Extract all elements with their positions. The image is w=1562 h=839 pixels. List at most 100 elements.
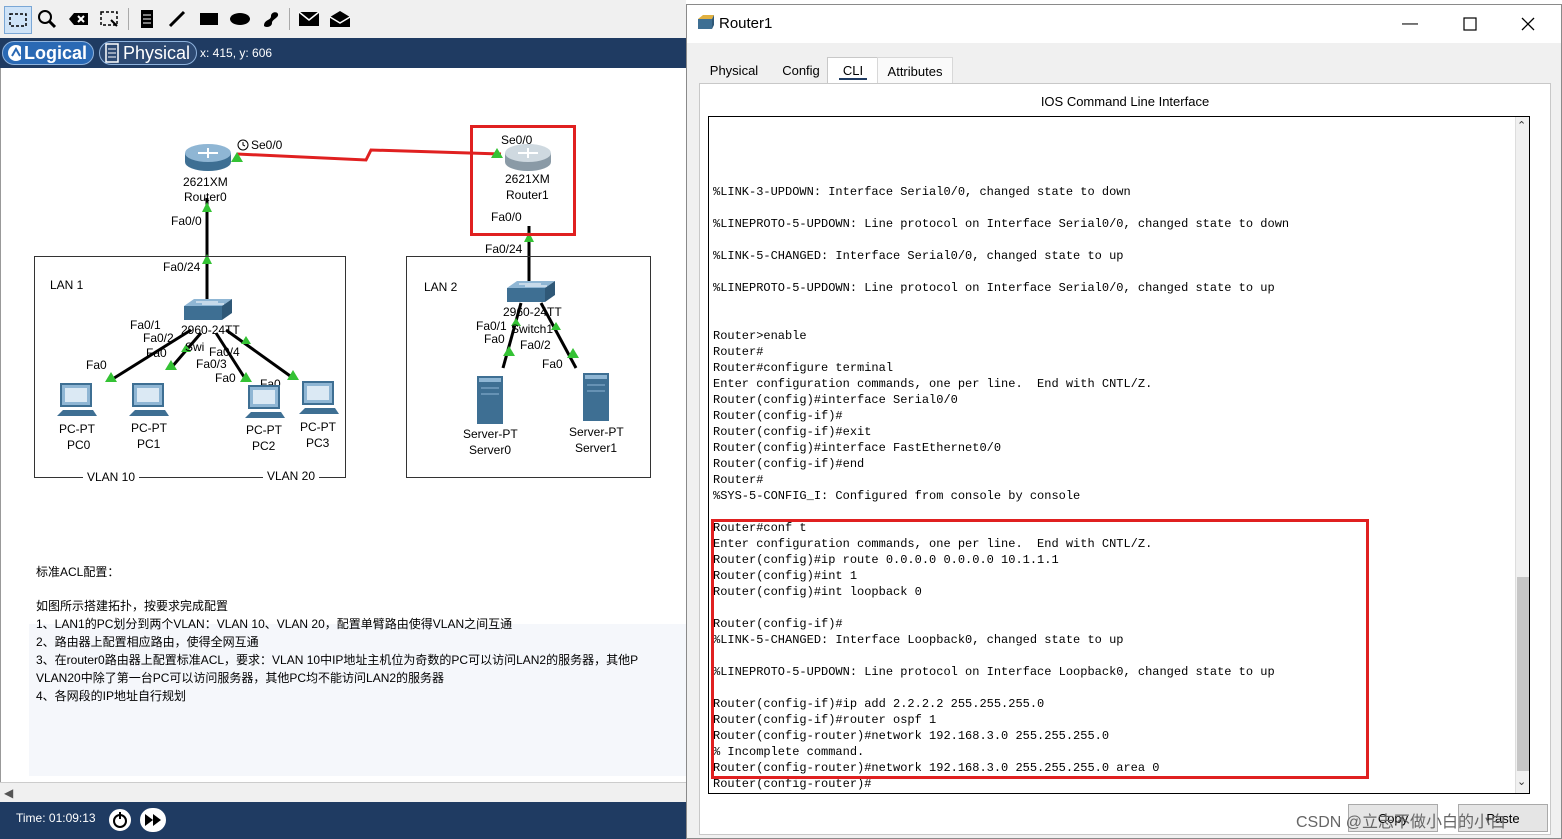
server1-port: Fa0: [542, 357, 563, 371]
pc0-port: Fa0: [86, 358, 107, 372]
tab-physical[interactable]: Physical: [701, 57, 767, 83]
power-cycle-icon[interactable]: [106, 806, 134, 834]
switch1-port-fa0-2: Fa0/2: [520, 338, 551, 352]
cli-line: Router>enable: [713, 329, 807, 343]
physical-mode-label: Physical: [122, 42, 190, 63]
router1-serial-port: Se0/0: [501, 133, 533, 147]
cursor-coordinates: x: 415, y: 606: [200, 46, 273, 60]
resize-icon[interactable]: [96, 6, 122, 32]
pc0-type: PC-PT: [59, 422, 95, 436]
router0-serial-port: Se0/0: [251, 138, 283, 152]
cli-line: %LINK-3-UPDOWN: Interface Serial0/0, cha…: [713, 185, 1131, 199]
pc2-port: Fa0: [215, 371, 236, 385]
logical-workspace[interactable]: 2621XM Router0 Se0/0 Fa0/0 Se0/0 2621XM …: [0, 68, 689, 782]
note-line: 2、路由器上配置相应路由，使得全网互通: [36, 635, 259, 649]
workspace-horizontal-scrollbar[interactable]: ◀: [0, 782, 686, 803]
vlan20-label: VLAN 20: [263, 469, 320, 483]
cli-title: IOS Command Line Interface: [1040, 94, 1210, 109]
switch0-uplink-port: Fa0/24: [163, 260, 201, 274]
pc1-type: PC-PT: [131, 421, 167, 435]
pc2-type: PC-PT: [246, 423, 282, 437]
cli-line: Router(config-if)#: [713, 409, 843, 423]
cli-tab-panel: IOS Command Line Interface %LINK-3-UPDOW…: [699, 83, 1551, 835]
note-icon[interactable]: [134, 6, 160, 32]
note-line: 标准ACL配置：: [36, 565, 120, 579]
close-button[interactable]: [1505, 9, 1551, 39]
clock-icon: [237, 139, 249, 151]
router0-icon[interactable]: [183, 142, 233, 172]
tab-attributes[interactable]: Attributes: [877, 57, 953, 84]
scroll-left-icon[interactable]: ◀: [4, 786, 13, 800]
cli-line: Router#: [713, 345, 764, 359]
note-line: 1、LAN1的PC划分到两个VLAN：VLAN 10、VLAN 20，配置单臂路…: [36, 617, 513, 631]
fast-forward-icon[interactable]: [138, 806, 168, 834]
tab-config[interactable]: Config: [773, 57, 829, 83]
switch1-name: Switch1: [511, 322, 554, 336]
pc3-type: PC-PT: [300, 420, 336, 434]
note-line: VLAN20中除了第一台PC可以访问服务器，其他PC均不能访问LAN2的服务器: [36, 671, 445, 685]
scroll-down-icon[interactable]: ⌄: [1517, 775, 1526, 788]
maximize-button[interactable]: [1447, 9, 1493, 39]
cli-line: Router(config-router)#: [713, 777, 872, 791]
note-line: 3、在router0路由器上配置标准ACL，要求：VLAN 10中IP地址主机位…: [36, 653, 639, 667]
cli-line: Router(config)#interface FastEthernet0/0: [713, 441, 1002, 455]
watermark: CSDN @立志不做小白的小白: [1296, 814, 1507, 831]
rectangle-icon[interactable]: [196, 6, 222, 32]
pc1-icon[interactable]: [129, 382, 169, 422]
freeform-icon[interactable]: [258, 6, 284, 32]
scroll-up-icon[interactable]: ⌃: [1517, 119, 1526, 132]
complex-pdu-icon[interactable]: [327, 6, 353, 32]
cli-console[interactable]: %LINK-3-UPDOWN: Interface Serial0/0, cha…: [708, 116, 1530, 794]
window-title: Router1: [719, 15, 773, 32]
router-app-icon: [698, 15, 714, 29]
lan2-label: LAN 2: [424, 280, 458, 294]
delete-icon[interactable]: [66, 6, 92, 32]
logical-mode-label: Logical: [23, 42, 87, 63]
router0-name: Router0: [184, 190, 227, 204]
pc0-icon[interactable]: [57, 382, 97, 422]
router1-dialog: Router1 — Physical Config CLI Attributes…: [686, 4, 1562, 839]
ellipse-icon[interactable]: [227, 6, 253, 32]
realtime-status-bar: [0, 802, 686, 839]
physical-icon: [105, 43, 119, 63]
cli-line: Router(config-if)#end: [713, 457, 865, 471]
workspace-mode-bar: Logical Physical: [0, 38, 686, 68]
router1-model: 2621XM: [505, 172, 550, 186]
switch1-uplink-port: Fa0/24: [485, 242, 523, 256]
router1-name: Router1: [506, 188, 549, 202]
pc1-port: Fa0: [146, 346, 167, 360]
pc2-icon[interactable]: [245, 384, 285, 424]
window-titlebar[interactable]: Router1 —: [687, 5, 1561, 43]
server0-type: Server-PT: [463, 427, 518, 441]
switch1-icon[interactable]: [505, 280, 557, 304]
server0-name: Server0: [469, 443, 512, 457]
switch0-port-fa0-1: Fa0/1: [130, 318, 161, 332]
cli-line: %SYS-5-CONFIG_I: Configured from console…: [713, 489, 1081, 503]
switch1-port-fa0-1: Fa0/1: [476, 319, 507, 333]
physical-mode-button[interactable]: Physical: [99, 41, 197, 65]
router0-model: 2621XM: [183, 175, 228, 189]
logical-mode-button[interactable]: Logical: [2, 41, 94, 65]
logical-icon: [8, 45, 21, 61]
server1-icon[interactable]: [581, 371, 613, 423]
switch0-icon[interactable]: [182, 298, 234, 322]
tab-cli[interactable]: CLI: [827, 57, 879, 84]
minimize-button[interactable]: —: [1387, 9, 1433, 39]
note-line: 如图所示搭建拓扑，按要求完成配置: [36, 599, 229, 613]
inspect-icon[interactable]: [34, 6, 60, 32]
server0-icon[interactable]: [475, 374, 507, 426]
tab-cli-label: CLI: [838, 63, 868, 80]
note-line: 4、各网段的IP地址自行规划: [36, 689, 187, 703]
pc2-name: PC2: [252, 439, 276, 453]
main-toolbar: [0, 0, 686, 39]
pc3-icon[interactable]: [299, 380, 339, 420]
draw-line-icon[interactable]: [164, 6, 190, 32]
cli-scrollbar[interactable]: ⌃ ⌄: [1515, 117, 1529, 793]
pc0-name: PC0: [67, 438, 91, 452]
cli-line: %LINEPROTO-5-UPDOWN: Line protocol on In…: [713, 281, 1275, 295]
select-icon[interactable]: [4, 6, 32, 34]
simple-pdu-icon[interactable]: [296, 6, 322, 32]
cli-scroll-thumb[interactable]: [1517, 577, 1529, 771]
cli-highlight: [711, 519, 1369, 779]
switch0-name: Swi: [185, 340, 205, 354]
